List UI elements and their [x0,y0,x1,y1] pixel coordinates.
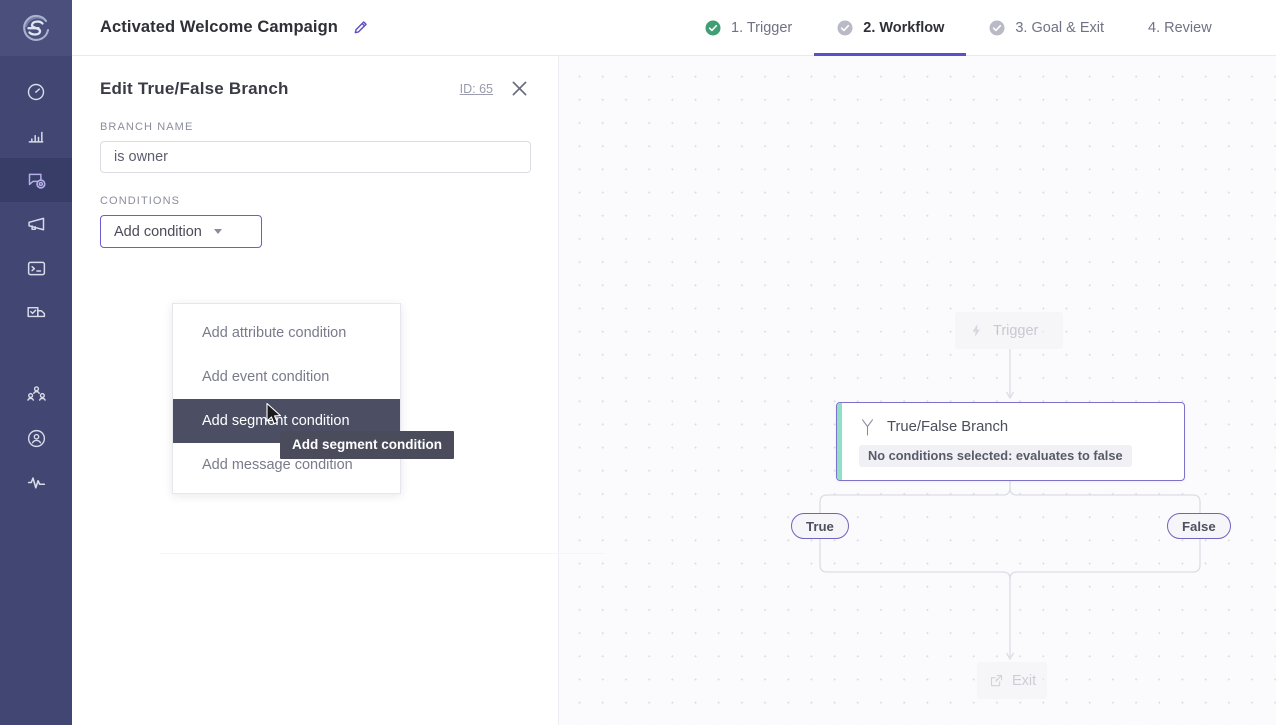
dashboard-gauge-icon [27,83,45,101]
chevron-down-icon [213,229,222,234]
close-icon[interactable] [509,78,530,99]
sidebar-item-analytics[interactable] [0,114,72,158]
sidebar-item-segments[interactable] [0,372,72,416]
tab-review-label: 4. Review [1148,20,1212,36]
terminal-icon [27,261,45,275]
tooltip-add-segment-condition: Add segment condition [280,431,454,459]
rail-group-secondary [0,372,72,504]
conditions-label: CONDITIONS [100,195,181,207]
person-circle-icon [27,429,45,447]
sidebar-item-api[interactable] [0,246,72,290]
branch-name-label: BRANCH NAME [100,121,194,133]
left-navigation-rail [0,0,72,725]
check-circle-icon [705,20,721,36]
sidebar-item-activity[interactable] [0,460,72,504]
workflow-canvas[interactable]: Trigger True/False Branch No conditions … [559,56,1276,725]
tab-goal-exit[interactable]: 3. Goal & Exit [966,0,1126,56]
check-circle-icon [837,20,853,36]
top-bar: Activated Welcome Campaign 1. Trigger 2. [72,0,1276,56]
branch-name-input[interactable] [100,141,531,173]
scalyr-s-logo-icon [23,14,50,41]
panel-title: Edit True/False Branch [100,78,289,98]
app-logo[interactable] [0,0,72,56]
people-group-icon [26,385,46,401]
tab-workflow[interactable]: 2. Workflow [814,0,967,56]
panel-id-link[interactable]: ID: 65 [460,82,493,96]
workflow-canvas-inner: Trigger True/False Branch No conditions … [559,56,1276,725]
add-condition-button[interactable]: Add condition [100,215,262,248]
sidebar-item-dashboard[interactable] [0,70,72,114]
workflow-node-exit-label: Exit [1012,672,1037,689]
workflow-node-trigger[interactable]: Trigger [955,312,1063,349]
tab-goal-exit-label: 3. Goal & Exit [1015,20,1105,36]
tab-trigger[interactable]: 1. Trigger [682,0,814,56]
campaign-target-icon [28,173,45,189]
workflow-node-true-false-branch[interactable]: True/False Branch No conditions selected… [836,402,1185,481]
sidebar-item-people[interactable] [0,416,72,460]
branch-outcome-false[interactable]: False [1167,513,1231,539]
rail-group-primary [0,56,72,334]
activity-pulse-icon [27,476,45,489]
sidebar-item-broadcasts[interactable] [0,202,72,246]
menu-item-add-attribute-condition[interactable]: Add attribute condition [173,311,400,355]
exit-arrow-icon [990,674,1003,687]
bar-chart-icon [28,131,44,143]
node-accent-bar [837,403,842,480]
pencil-icon[interactable] [352,19,369,36]
workflow-node-exit[interactable]: Exit [977,662,1047,699]
branch-outcome-true[interactable]: True [791,513,849,539]
node-status-badge: No conditions selected: evaluates to fal… [859,445,1132,467]
workflow-edges [819,349,1201,661]
mouse-cursor-pointer [266,402,282,425]
sidebar-item-campaigns[interactable] [0,158,72,202]
branch-fork-icon [862,419,873,436]
megaphone-icon [27,217,44,230]
workflow-node-trigger-label: Trigger [993,322,1039,339]
wizard-steps: 1. Trigger 2. Workflow 3. Goal & Exit 4.… [682,0,1234,56]
tab-review[interactable]: 4. Review [1126,0,1234,56]
rail-divider-space [0,334,72,372]
tab-workflow-label: 2. Workflow [863,20,945,36]
campaign-title-group: Activated Welcome Campaign [100,18,369,37]
panel-header: Edit True/False Branch ID: 65 [72,56,558,99]
lightning-bolt-icon [972,324,980,337]
add-condition-button-label: Add condition [114,223,202,240]
sidebar-item-deliveries[interactable] [0,290,72,334]
tab-trigger-label: 1. Trigger [731,20,793,36]
node-header: True/False Branch [837,403,1184,436]
panel-divider [160,553,606,554]
delivery-truck-icon [26,306,45,317]
check-circle-icon [989,20,1005,36]
edit-branch-panel: Edit True/False Branch ID: 65 BRANCH NAM… [72,56,606,725]
menu-item-add-event-condition[interactable]: Add event condition [173,355,400,399]
workflow-node-branch-title: True/False Branch [887,418,1009,435]
app-root: Activated Welcome Campaign 1. Trigger 2. [0,0,1276,725]
add-condition-dropdown-menu: Add attribute condition Add event condit… [172,303,401,494]
page-title: Activated Welcome Campaign [100,18,338,36]
